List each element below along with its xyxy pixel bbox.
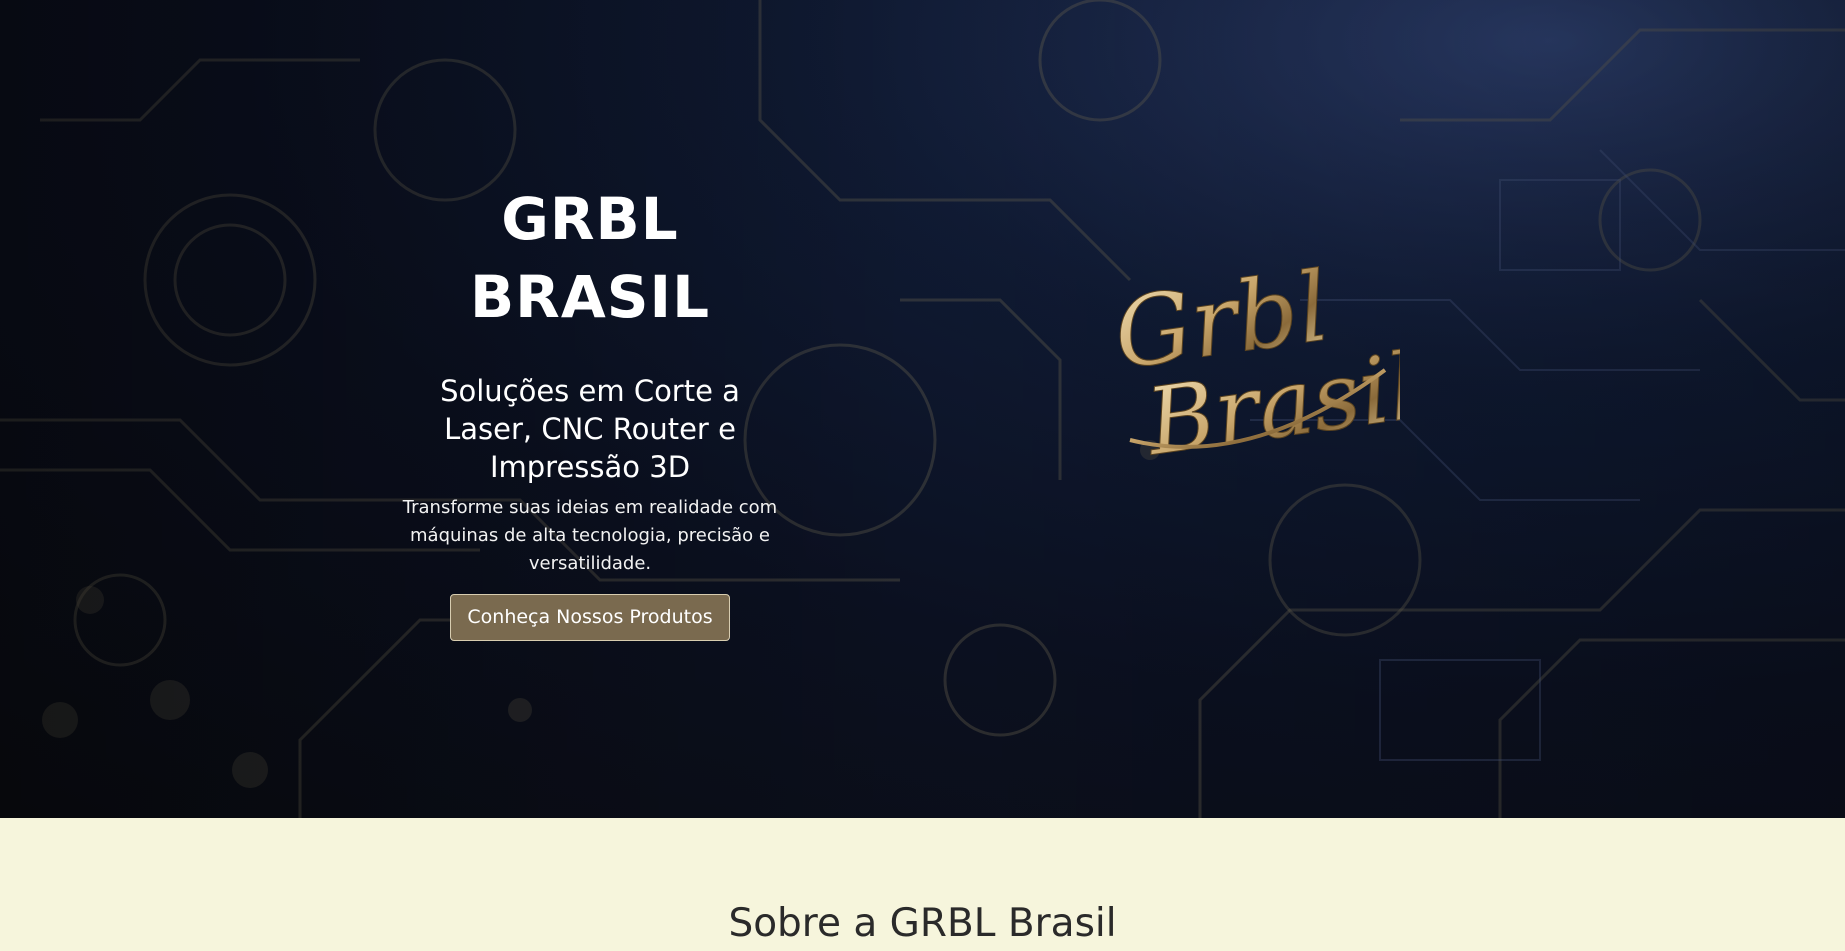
hero-description: Transforme suas ideias em realidade com … [402,497,778,574]
hero-content: GRBL BRASIL Soluções em Corte a Laser, C… [395,180,785,641]
hero-title: GRBL BRASIL [469,185,711,331]
circuit-background-image [0,0,1845,818]
hero-section: GRBL BRASIL Soluções em Corte a Laser, C… [0,0,1845,818]
about-section-title: Sobre a GRBL Brasil [728,901,1117,946]
grbl-brasil-logo: Grbl Brasil [1100,240,1426,480]
products-cta-button[interactable]: Conheça Nossos Produtos [450,594,730,641]
hero-subtitle: Soluções em Corte a Laser, CNC Router e … [440,374,740,484]
